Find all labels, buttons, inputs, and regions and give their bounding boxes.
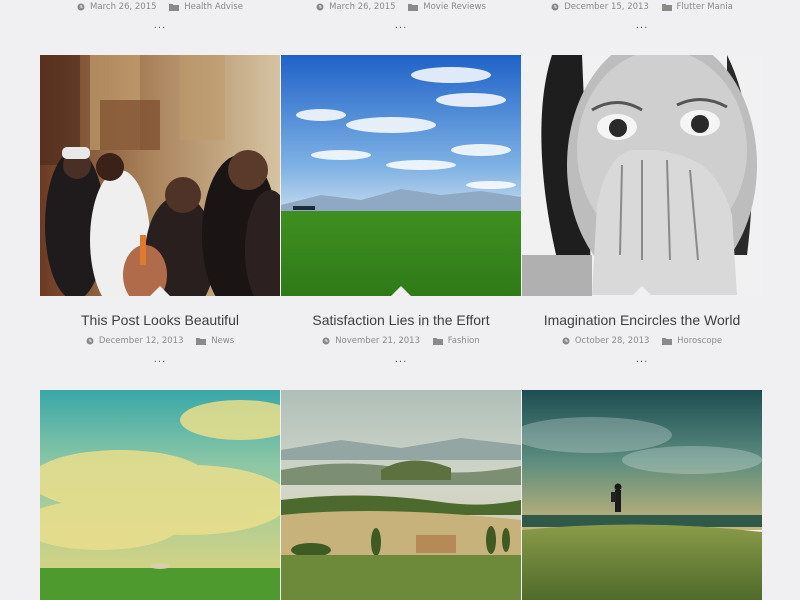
post-meta: March 26, 2015 Movie Reviews (281, 1, 521, 15)
thumb-notch (631, 286, 653, 296)
post-card: Satisfaction Lies in the Effort November… (281, 55, 521, 365)
post-title[interactable]: Imagination Encircles the World (522, 311, 762, 329)
post-meta: December 15, 2013 Flutter Mania (522, 1, 762, 15)
folder-icon (196, 338, 207, 345)
folder-icon (662, 338, 673, 345)
post-meta: March 26, 2015 Health Advise (40, 1, 280, 15)
thumb-notch (149, 286, 171, 296)
clock-icon (322, 337, 330, 345)
read-more[interactable]: ... (522, 21, 762, 31)
post-date[interactable]: November 21, 2013 (335, 335, 420, 347)
post-card: Imagination Encircles the World October … (522, 55, 762, 365)
post-card: March 26, 2015 Movie Reviews ... (281, 1, 521, 31)
post-card (40, 390, 280, 600)
crowd-photo[interactable] (40, 55, 280, 296)
post-card: This Post Looks Beautiful December 12, 2… (40, 55, 280, 365)
post-meta: October 28, 2013 Horoscope (522, 335, 762, 349)
clock-icon (77, 3, 85, 11)
clock-icon (316, 3, 324, 11)
post-title[interactable]: Satisfaction Lies in the Effort (281, 311, 521, 329)
folder-icon (432, 338, 443, 345)
post-card (281, 390, 521, 600)
tuscan-hills-photo[interactable] (281, 390, 521, 600)
girl-covering-mouth-photo[interactable] (522, 55, 762, 296)
post-category[interactable]: Horoscope (677, 335, 722, 347)
thumb-notch (390, 286, 412, 296)
clock-icon (551, 3, 559, 11)
green-field-blue-sky-photo[interactable] (281, 55, 521, 296)
post-meta: December 12, 2013 News (40, 335, 280, 349)
post-title[interactable]: This Post Looks Beautiful (40, 311, 280, 329)
post-card: March 26, 2015 Health Advise ... (40, 1, 280, 31)
post-date[interactable]: December 15, 2013 (564, 1, 649, 13)
post-category[interactable]: News (211, 335, 234, 347)
read-more[interactable]: ... (40, 21, 280, 31)
read-more[interactable]: ... (40, 355, 280, 365)
post-category[interactable]: Movie Reviews (423, 1, 486, 13)
read-more[interactable]: ... (281, 21, 521, 31)
folder-icon (408, 4, 419, 11)
hiker-on-hill-photo[interactable] (522, 390, 762, 600)
folder-icon (169, 4, 180, 11)
post-category[interactable]: Flutter Mania (677, 1, 733, 13)
post-category[interactable]: Health Advise (184, 1, 243, 13)
post-date[interactable]: March 26, 2015 (90, 1, 156, 13)
folder-icon (661, 4, 672, 11)
golden-sky-meadow-photo[interactable] (40, 390, 280, 600)
post-meta: November 21, 2013 Fashion (281, 335, 521, 349)
clock-icon (86, 337, 94, 345)
post-card: December 15, 2013 Flutter Mania ... (522, 1, 762, 31)
read-more[interactable]: ... (281, 355, 521, 365)
read-more[interactable]: ... (522, 355, 762, 365)
post-date[interactable]: March 26, 2015 (329, 1, 395, 13)
clock-icon (562, 337, 570, 345)
post-category[interactable]: Fashion (448, 335, 480, 347)
post-date[interactable]: October 28, 2013 (575, 335, 650, 347)
post-date[interactable]: December 12, 2013 (99, 335, 184, 347)
post-card (522, 390, 762, 600)
